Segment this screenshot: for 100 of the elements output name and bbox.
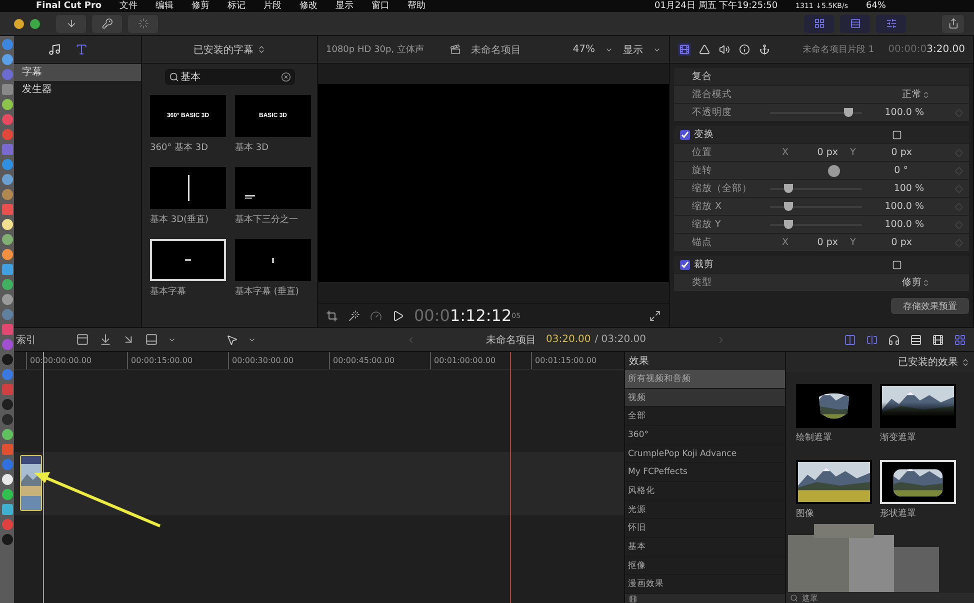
effects-category[interactable]: 视频 bbox=[625, 388, 785, 408]
minimize-icon[interactable] bbox=[14, 18, 24, 28]
app-icon[interactable] bbox=[2, 429, 12, 440]
app-icon[interactable] bbox=[2, 354, 12, 365]
speaker-tab[interactable] bbox=[718, 43, 731, 56]
snapping-icon[interactable] bbox=[866, 334, 878, 346]
project-duration: / 03:20.00 bbox=[594, 334, 646, 345]
app-icon[interactable] bbox=[2, 264, 12, 275]
menu-item[interactable]: 修改 bbox=[300, 0, 318, 12]
popup-value[interactable]: 正常 bbox=[876, 88, 922, 101]
app-icon[interactable] bbox=[2, 474, 12, 485]
browser-icon[interactable] bbox=[629, 594, 637, 603]
clear-icon[interactable] bbox=[280, 72, 290, 82]
title-thumbnail[interactable] bbox=[235, 167, 311, 209]
effect-thumbnail[interactable] bbox=[880, 460, 956, 504]
effect-thumbnail[interactable] bbox=[880, 384, 956, 428]
effects-category[interactable]: 基本 bbox=[625, 538, 785, 557]
anchor-tab[interactable] bbox=[758, 43, 771, 56]
checkbox[interactable] bbox=[680, 260, 690, 270]
app-icon[interactable] bbox=[2, 99, 12, 110]
app-icon[interactable] bbox=[2, 219, 12, 230]
film-tab[interactable] bbox=[678, 43, 691, 56]
effects-category[interactable]: My FCPeffects bbox=[625, 463, 785, 482]
app-icon[interactable] bbox=[2, 234, 12, 245]
effects-source[interactable]: 已安装的效果 bbox=[898, 355, 958, 369]
music-icon[interactable] bbox=[48, 43, 61, 56]
layout-button[interactable] bbox=[876, 14, 906, 32]
parameter-value: 0 px bbox=[816, 237, 838, 248]
menu-item[interactable]: 编辑 bbox=[156, 0, 174, 12]
effects-category[interactable]: 抠像 bbox=[625, 556, 785, 576]
headphones-icon[interactable] bbox=[888, 334, 900, 346]
play-icon[interactable] bbox=[392, 310, 404, 322]
save-preset-button[interactable]: 存储效果预置 bbox=[891, 298, 969, 314]
background-tasks-button[interactable] bbox=[128, 14, 158, 32]
app-icon[interactable] bbox=[2, 279, 12, 290]
effects-search-field[interactable]: 遮罩 bbox=[802, 593, 818, 603]
app-icon[interactable] bbox=[2, 294, 12, 305]
effects-category[interactable]: 光源 bbox=[625, 500, 785, 520]
insert-clip-icon[interactable] bbox=[99, 333, 112, 346]
effects-category[interactable]: CrumplePop Koji Advance bbox=[625, 444, 785, 464]
clip-thumbnail[interactable] bbox=[20, 455, 42, 511]
layout-button[interactable] bbox=[840, 14, 870, 32]
pointer-icon[interactable] bbox=[226, 334, 238, 346]
slider-thumb[interactable] bbox=[784, 184, 794, 192]
effects-category[interactable]: 风格化 bbox=[625, 482, 785, 501]
keywords-button[interactable] bbox=[92, 14, 122, 32]
effects-category[interactable]: 360° bbox=[625, 426, 785, 445]
text-icon[interactable] bbox=[75, 43, 88, 56]
app-icon[interactable] bbox=[2, 504, 12, 515]
slider-thumb[interactable] bbox=[784, 220, 794, 228]
menu-item[interactable]: 窗口 bbox=[372, 0, 390, 12]
overwrite-clip-icon[interactable] bbox=[145, 333, 158, 346]
audio-skimming-icon[interactable] bbox=[844, 334, 856, 346]
info-tab[interactable] bbox=[738, 43, 751, 56]
menu-item[interactable]: 文件 bbox=[120, 0, 138, 12]
speed-icon[interactable] bbox=[370, 310, 382, 322]
parameter-label: 混合模式 bbox=[692, 88, 733, 101]
title-thumbnail[interactable] bbox=[235, 239, 311, 281]
app-icon[interactable] bbox=[2, 249, 12, 260]
popup-value[interactable]: 修剪 bbox=[876, 276, 922, 289]
app-icon[interactable] bbox=[2, 489, 12, 500]
app-menu[interactable]: Final Cut Pro bbox=[36, 0, 102, 12]
effects-category[interactable]: 所有视频和音频 bbox=[625, 370, 785, 389]
triangle-tab[interactable] bbox=[698, 43, 711, 56]
checkbox[interactable] bbox=[680, 130, 690, 140]
menu-item[interactable]: 帮助 bbox=[408, 0, 426, 12]
effects-browser-icon[interactable] bbox=[954, 334, 966, 346]
layout-button[interactable] bbox=[804, 14, 834, 32]
effects-category[interactable]: 怀旧 bbox=[625, 519, 785, 538]
browser-title[interactable]: 已安装的字幕 bbox=[194, 42, 254, 56]
wand-icon[interactable] bbox=[348, 310, 360, 322]
menu-item[interactable]: 修剪 bbox=[192, 0, 210, 12]
effect-thumbnail[interactable] bbox=[796, 460, 872, 504]
menu-item[interactable]: 显示 bbox=[336, 0, 354, 12]
crop-icon[interactable] bbox=[326, 310, 338, 322]
slider-thumb[interactable] bbox=[844, 108, 854, 116]
menu-item[interactable]: 片段 bbox=[264, 0, 282, 12]
connect-clip-icon[interactable] bbox=[76, 333, 89, 346]
search-field[interactable]: 基本 bbox=[164, 69, 294, 85]
app-icon[interactable] bbox=[2, 534, 12, 545]
display-menu[interactable]: 显示 bbox=[623, 42, 643, 56]
app-icon[interactable] bbox=[2, 399, 12, 410]
app-icon[interactable] bbox=[2, 54, 12, 65]
effects-category[interactable]: 全部 bbox=[625, 407, 785, 426]
slider-thumb[interactable] bbox=[784, 202, 794, 210]
clip-appearance-icon[interactable] bbox=[910, 334, 922, 346]
zoom-icon[interactable] bbox=[30, 18, 40, 28]
import-button[interactable] bbox=[56, 14, 86, 32]
rotation-dial[interactable] bbox=[828, 164, 840, 176]
index-button[interactable]: 索引 bbox=[16, 332, 36, 346]
zoom-level[interactable]: 47% bbox=[572, 44, 595, 55]
film-icon[interactable] bbox=[932, 334, 944, 346]
menu-item[interactable]: 标记 bbox=[228, 0, 246, 12]
share-button[interactable] bbox=[942, 14, 964, 32]
sidebar-item[interactable]: 发生器 bbox=[14, 81, 141, 98]
app-icon[interactable] bbox=[2, 174, 12, 185]
sidebar-item[interactable]: 字幕 bbox=[14, 64, 141, 81]
effect-thumbnail[interactable] bbox=[796, 384, 872, 428]
title-thumbnail[interactable] bbox=[150, 167, 226, 209]
fullscreen-icon[interactable] bbox=[649, 310, 661, 322]
